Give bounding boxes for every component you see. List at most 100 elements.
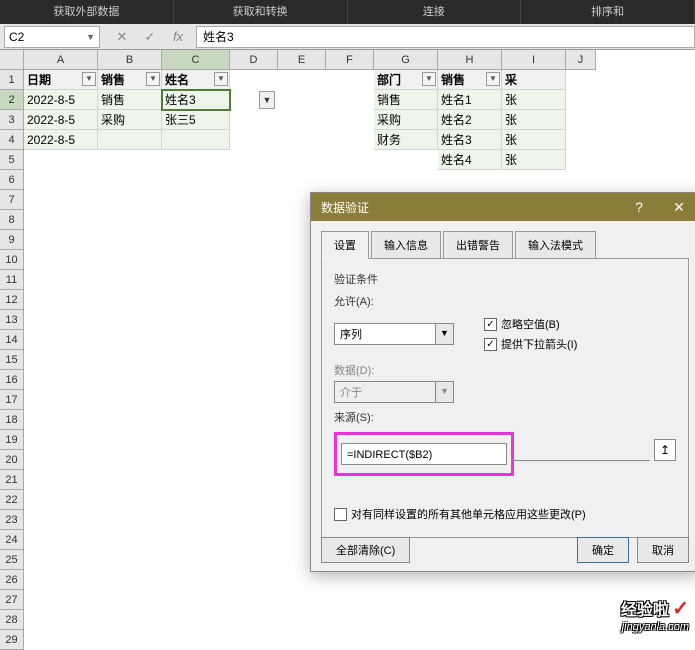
row-header-4[interactable]: 4 [0,130,24,150]
column-header-G[interactable]: G [374,50,438,70]
cell-H5[interactable]: 姓名4 [438,150,502,170]
row-header-8[interactable]: 8 [0,210,24,230]
cell-A3[interactable]: 2022-8-5 [24,110,98,130]
collapse-dialog-button[interactable]: ↥ [654,439,676,461]
column-header-A[interactable]: A [24,50,98,70]
row-header-5[interactable]: 5 [0,150,24,170]
cell-C2[interactable]: 姓名3 [162,90,230,110]
row-header-25[interactable]: 25 [0,550,24,570]
tab-0[interactable]: 设置 [321,231,369,259]
ribbon-group-external[interactable]: 获取外部数据 [0,0,174,24]
cell-H2[interactable]: 姓名1 [438,90,502,110]
cell-I3[interactable]: 张 [502,110,566,130]
cell-A2[interactable]: 2022-8-5 [24,90,98,110]
filter-arrow-icon[interactable]: ▼ [214,72,228,86]
row-header-21[interactable]: 21 [0,470,24,490]
filter-arrow-icon[interactable]: ▼ [146,72,160,86]
watermark-text: 经验啦 [621,602,669,619]
cell-H1[interactable]: 销售▼ [438,70,502,90]
row-header-18[interactable]: 18 [0,410,24,430]
row-header-23[interactable]: 23 [0,510,24,530]
cell-G2[interactable]: 销售 [374,90,438,110]
row-header-7[interactable]: 7 [0,190,24,210]
row-header-15[interactable]: 15 [0,350,24,370]
row-header-19[interactable]: 19 [0,430,24,450]
row-header-20[interactable]: 20 [0,450,24,470]
cell-I5[interactable]: 张 [502,150,566,170]
cell-I2[interactable]: 张 [502,90,566,110]
cell-C3[interactable]: 张三5 [162,110,230,130]
name-box[interactable]: C2 ▼ [4,26,100,48]
cell-C1[interactable]: 姓名▼ [162,70,230,90]
data-select: 介于 ▼ [334,381,454,403]
cell-B4[interactable] [98,130,162,150]
row-header-13[interactable]: 13 [0,310,24,330]
dialog-titlebar[interactable]: 数据验证 ? ✕ [311,193,695,221]
cell-G3[interactable]: 采购 [374,110,438,130]
cell-C4[interactable] [162,130,230,150]
cell-G1[interactable]: 部门▼ [374,70,438,90]
cell-dropdown-button[interactable]: ▼ [259,91,275,109]
ribbon-group-sort[interactable]: 排序和 [521,0,695,24]
apply-all-checkbox[interactable] [334,508,347,521]
cell-H4[interactable]: 姓名3 [438,130,502,150]
column-header-C[interactable]: C [162,50,230,70]
cell-G4[interactable]: 财务 [374,130,438,150]
cell-B2[interactable]: 销售 [98,90,162,110]
cell-H3[interactable]: 姓名2 [438,110,502,130]
cell-I1[interactable]: 采 [502,70,566,90]
column-header-I[interactable]: I [502,50,566,70]
filter-arrow-icon[interactable]: ▼ [486,72,500,86]
cancel-button[interactable]: 取消 [637,537,689,563]
column-header-B[interactable]: B [98,50,162,70]
row-header-14[interactable]: 14 [0,330,24,350]
row-header-12[interactable]: 12 [0,290,24,310]
cell-B3[interactable]: 采购 [98,110,162,130]
column-header-D[interactable]: D [230,50,278,70]
cell-B1[interactable]: 销售▼ [98,70,162,90]
row-header-6[interactable]: 6 [0,170,24,190]
help-button[interactable]: ? [619,193,659,221]
filter-arrow-icon[interactable]: ▼ [82,72,96,86]
ignore-blank-checkbox[interactable]: ✓ [484,318,497,331]
row-header-27[interactable]: 27 [0,590,24,610]
ribbon-group-connections[interactable]: 连接 [348,0,522,24]
clear-all-button[interactable]: 全部清除(C) [321,537,410,563]
chevron-down-icon[interactable]: ▼ [435,324,453,344]
fx-icon[interactable]: fx [168,29,188,45]
row-header-3[interactable]: 3 [0,110,24,130]
row-header-26[interactable]: 26 [0,570,24,590]
chevron-down-icon[interactable]: ▼ [86,32,95,42]
formula-input[interactable]: 姓名3 [196,26,695,48]
row-header-16[interactable]: 16 [0,370,24,390]
row-header-28[interactable]: 28 [0,610,24,630]
row-header-24[interactable]: 24 [0,530,24,550]
row-header-9[interactable]: 9 [0,230,24,250]
column-header-F[interactable]: F [326,50,374,70]
ribbon-group-transform[interactable]: 获取和转换 [174,0,348,24]
ok-button[interactable]: 确定 [577,537,629,563]
allow-select[interactable]: 序列 ▼ [334,323,454,345]
dropdown-arrow-checkbox[interactable]: ✓ [484,338,497,351]
cell-I4[interactable]: 张 [502,130,566,150]
row-header-2[interactable]: 2 [0,90,24,110]
close-button[interactable]: ✕ [659,193,695,221]
row-header-29[interactable]: 29 [0,630,24,650]
tab-1[interactable]: 输入信息 [371,231,441,259]
cell-A4[interactable]: 2022-8-5 [24,130,98,150]
column-header-J[interactable]: J [566,50,596,70]
row-header-17[interactable]: 17 [0,390,24,410]
tab-2[interactable]: 出错警告 [443,231,513,259]
source-input[interactable]: =INDIRECT($B2) [341,443,507,465]
column-header-E[interactable]: E [278,50,326,70]
row-header-22[interactable]: 22 [0,490,24,510]
cell-A1[interactable]: 日期▼ [24,70,98,90]
row-header-10[interactable]: 10 [0,250,24,270]
data-label: 数据(D): [334,362,676,378]
row-header-11[interactable]: 11 [0,270,24,290]
filter-arrow-icon[interactable]: ▼ [422,72,436,86]
row-header-1[interactable]: 1 [0,70,24,90]
select-all-corner[interactable] [0,50,24,70]
column-header-H[interactable]: H [438,50,502,70]
tab-3[interactable]: 输入法模式 [515,231,596,259]
